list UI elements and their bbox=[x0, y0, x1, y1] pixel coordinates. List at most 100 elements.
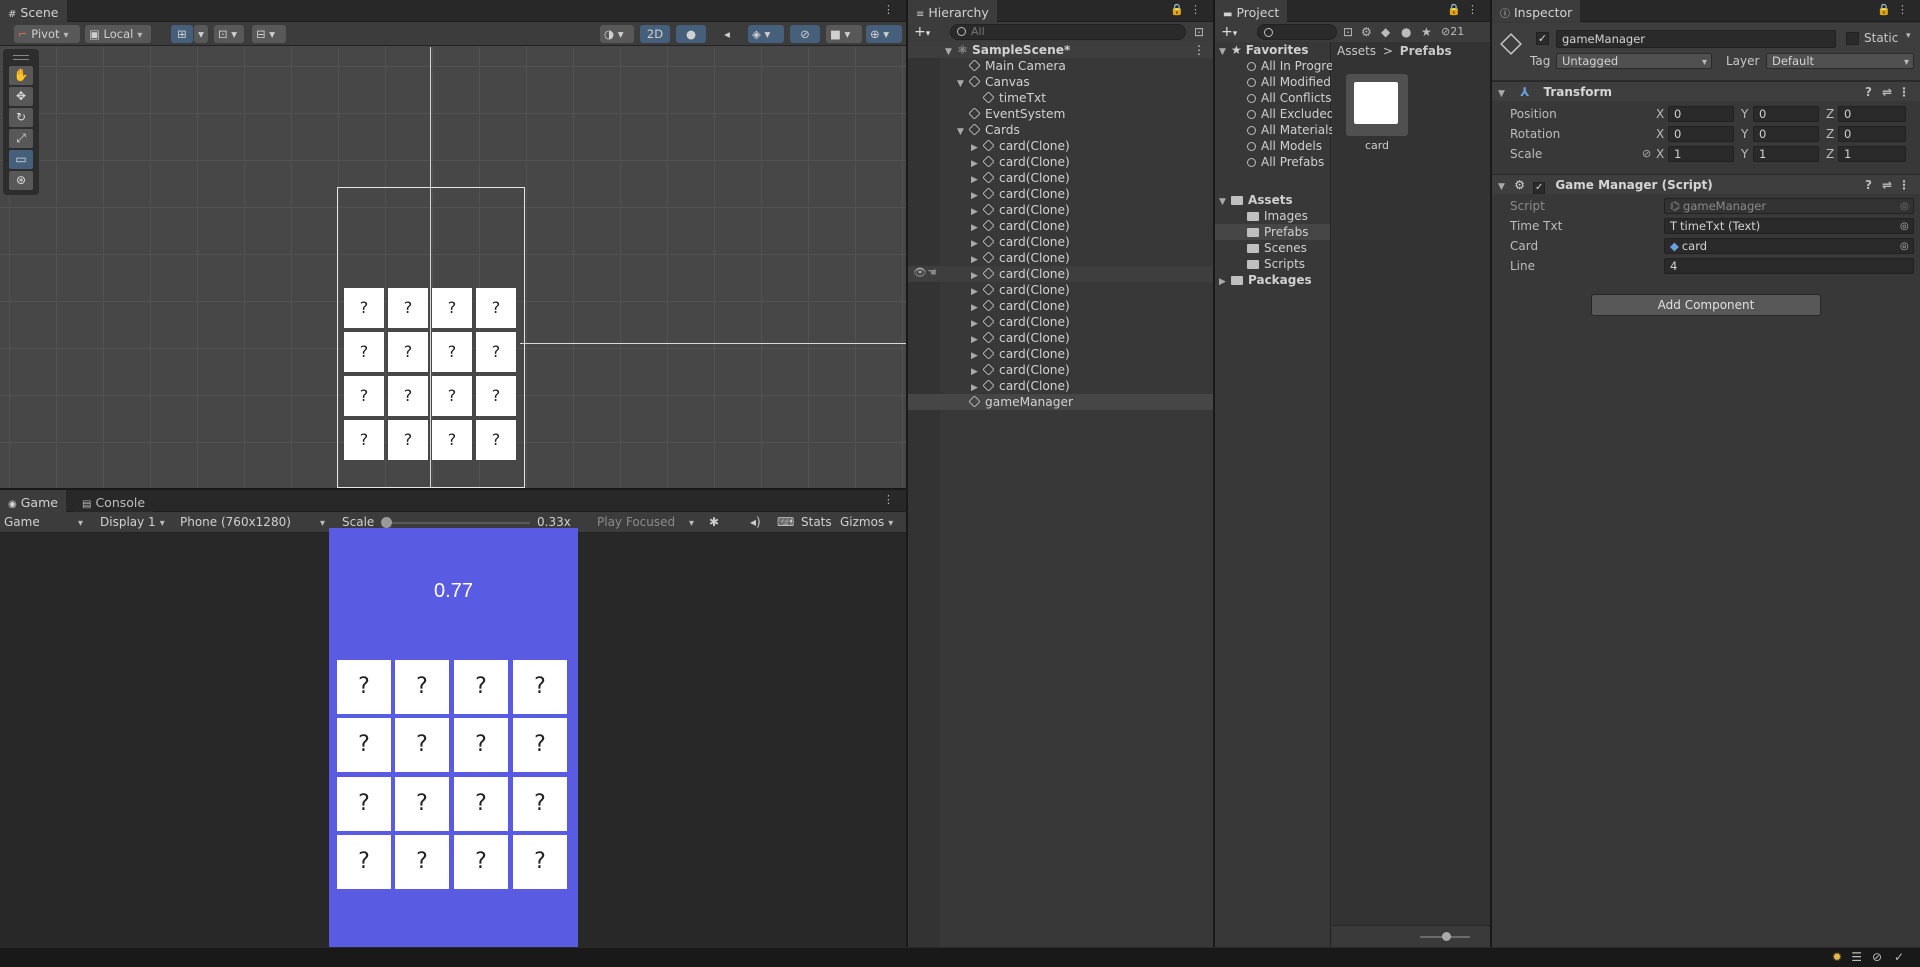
scene-card[interactable]: ? bbox=[344, 288, 384, 328]
scene-card[interactable]: ? bbox=[432, 288, 472, 328]
tab-console[interactable]: ▤ Console bbox=[74, 490, 154, 512]
scene-card[interactable]: ? bbox=[432, 420, 472, 460]
scene-viewport[interactable]: ???????????????? bbox=[0, 47, 906, 488]
lighting-toggle-button[interactable]: ● bbox=[676, 25, 706, 43]
game-card[interactable]: ? bbox=[395, 777, 449, 831]
object-name-field[interactable]: gameManager bbox=[1556, 30, 1836, 48]
bug-icon[interactable]: ✱ bbox=[709, 514, 719, 530]
tab-scene[interactable]: # Scene bbox=[0, 0, 67, 22]
gizmos-dropdown[interactable]: Gizmos bbox=[840, 514, 893, 532]
scene-card[interactable]: ? bbox=[344, 332, 384, 372]
inspector-lock-kebab-icon[interactable]: 🔒⋮ bbox=[1877, 3, 1914, 16]
icon-size-slider-handle[interactable] bbox=[1442, 932, 1451, 941]
game-card[interactable]: ? bbox=[337, 835, 391, 889]
favorite-search-item[interactable]: All Materials bbox=[1215, 122, 1335, 138]
game-card[interactable]: ? bbox=[513, 718, 567, 772]
scene-card[interactable]: ? bbox=[388, 288, 428, 328]
scene-card[interactable]: ? bbox=[476, 332, 516, 372]
increment-snap-button[interactable]: ⊟ ▾ bbox=[252, 25, 286, 43]
favorite-search-item[interactable]: All Prefabs bbox=[1215, 154, 1330, 170]
audio-toggle-button[interactable]: ◂ bbox=[712, 25, 742, 43]
tree-item-eventsystem[interactable]: EventSystem bbox=[908, 106, 1213, 122]
active-checkbox[interactable]: ✓ bbox=[1536, 32, 1549, 45]
script-component-header[interactable]: ▼ ⚙ ✓ Game Manager (Script) ? ⇌ ⋮ bbox=[1492, 174, 1920, 194]
grid-snap-dropdown[interactable]: ▾ bbox=[194, 25, 208, 43]
card-field[interactable]: ◆ card bbox=[1664, 238, 1914, 254]
transform-scale-z-field[interactable]: 1 bbox=[1838, 146, 1906, 162]
stats-button[interactable]: Stats bbox=[801, 514, 832, 530]
toggle-2d-button[interactable]: 2D bbox=[640, 25, 670, 43]
rotate-tool-icon[interactable]: ↻ bbox=[9, 108, 33, 127]
pickable-hand-icon[interactable]: ☚ bbox=[927, 266, 937, 279]
scene-card[interactable]: ? bbox=[476, 420, 516, 460]
transform-tool-icon[interactable]: ⊛ bbox=[9, 171, 33, 190]
project-lock-kebab-icon[interactable]: 🔒⋮ bbox=[1447, 3, 1484, 16]
game-card[interactable]: ? bbox=[395, 718, 449, 772]
tree-item-card-clone[interactable]: ▶ card(Clone) bbox=[908, 202, 1213, 218]
transform-header[interactable]: ▼ ⅄ Transform ? ⇌ ⋮ bbox=[1492, 81, 1920, 101]
scene-kebab-icon[interactable]: ⋮ bbox=[1193, 42, 1205, 58]
component-menu-icon[interactable]: ⋮ bbox=[1898, 175, 1910, 195]
tree-item-card-clone[interactable]: ▶ card(Clone) bbox=[908, 298, 1213, 314]
camera-settings-button[interactable]: ■ ▾ bbox=[826, 25, 862, 43]
game-card[interactable]: ? bbox=[454, 660, 508, 714]
scale-slider-track[interactable] bbox=[384, 522, 530, 524]
keyboard-icon[interactable]: ⌨ bbox=[777, 514, 794, 530]
effects-toggle-button[interactable]: ◈ ▾ bbox=[748, 25, 784, 43]
scene-card[interactable]: ? bbox=[476, 376, 516, 416]
mute-audio-icon[interactable]: ◂) bbox=[750, 514, 761, 530]
tag-dropdown[interactable]: Untagged bbox=[1556, 53, 1712, 69]
game-card[interactable]: ? bbox=[395, 660, 449, 714]
game-card[interactable]: ? bbox=[395, 835, 449, 889]
project-search-input[interactable] bbox=[1257, 24, 1337, 40]
tree-item-cards[interactable]: ▼ Cards bbox=[908, 122, 1213, 138]
game-view-dropdown[interactable]: Game bbox=[4, 514, 88, 532]
hierarchy-search-input[interactable]: All bbox=[950, 24, 1186, 40]
search-by-type-icon[interactable]: ⊡ bbox=[1343, 23, 1353, 41]
scene-card[interactable]: ? bbox=[432, 332, 472, 372]
pivot-dropdown[interactable]: ⌐ Pivot bbox=[14, 25, 80, 43]
scale-slider-handle[interactable] bbox=[381, 517, 392, 528]
scene-card[interactable]: ? bbox=[344, 420, 384, 460]
tab-hierarchy[interactable]: ≡ Hierarchy bbox=[908, 0, 997, 22]
tree-scene-root[interactable]: ▼ ⚛ SampleScene* ⋮ bbox=[908, 42, 1213, 58]
transform-rotation-z-field[interactable]: 0 bbox=[1838, 126, 1906, 142]
game-card[interactable]: ? bbox=[513, 835, 567, 889]
hidden-packages-toggle[interactable]: ⊘21 bbox=[1441, 23, 1464, 41]
tree-item-gamemanager[interactable]: gameManager bbox=[908, 394, 1213, 410]
favorite-search-item[interactable]: All Modified bbox=[1215, 74, 1331, 90]
object-picker-icon[interactable]: ◎ bbox=[1900, 238, 1909, 256]
tree-item-card-clone[interactable]: ▶ card(Clone) bbox=[908, 138, 1213, 154]
hand-tool-icon[interactable]: ✋ bbox=[9, 66, 33, 85]
tree-item-card-clone[interactable]: ▶ card(Clone) bbox=[908, 346, 1213, 362]
tree-item-card-clone[interactable]: ▶ card(Clone) bbox=[908, 330, 1213, 346]
time-txt-field[interactable]: TtimeTxt (Text) bbox=[1664, 218, 1914, 234]
favorite-search-item[interactable]: All Excluded bbox=[1215, 106, 1334, 122]
scene-visibility-button[interactable]: ⊘ bbox=[790, 25, 820, 43]
tree-item-card-clone[interactable]: ▶ card(Clone) bbox=[908, 170, 1213, 186]
local-dropdown[interactable]: ▣ Local bbox=[85, 25, 151, 43]
tree-item-card-clone[interactable]: ▶ card(Clone) bbox=[908, 154, 1213, 170]
transform-position-z-field[interactable]: 0 bbox=[1838, 106, 1906, 122]
transform-rotation-y-field[interactable]: 0 bbox=[1753, 126, 1819, 142]
tree-item-card-clone[interactable]: ▶ card(Clone) bbox=[908, 266, 1213, 282]
transform-scale-x-field[interactable]: 1 bbox=[1668, 146, 1734, 162]
breadcrumb-prefabs[interactable]: Prefabs bbox=[1400, 44, 1452, 58]
tree-item-card-clone[interactable]: ▶ card(Clone) bbox=[908, 282, 1213, 298]
add-component-button[interactable]: Add Component bbox=[1591, 294, 1821, 316]
game-kebab-icon[interactable]: ⋮ bbox=[883, 493, 900, 506]
resolution-dropdown[interactable]: Phone (760x1280) bbox=[180, 514, 334, 532]
asset-folder-item[interactable]: Scenes bbox=[1215, 240, 1330, 256]
scene-card[interactable]: ? bbox=[432, 376, 472, 416]
prefab-card-asset[interactable] bbox=[1346, 74, 1408, 136]
tree-item-card-clone[interactable]: ▶ card(Clone) bbox=[908, 218, 1213, 234]
game-card[interactable]: ? bbox=[337, 777, 391, 831]
status-check-icon[interactable]: ✓ bbox=[1894, 950, 1904, 964]
line-field[interactable]: 4 bbox=[1664, 258, 1914, 274]
search-by-label-icon[interactable]: ⚙ bbox=[1361, 23, 1372, 41]
game-card[interactable]: ? bbox=[513, 660, 567, 714]
scale-tool-icon[interactable]: ⤢ bbox=[9, 129, 33, 148]
play-mode-dropdown[interactable]: Play Focused bbox=[597, 514, 701, 532]
breadcrumb-assets[interactable]: Assets bbox=[1337, 44, 1376, 58]
tree-item-card-clone[interactable]: ▶ card(Clone) bbox=[908, 234, 1213, 250]
